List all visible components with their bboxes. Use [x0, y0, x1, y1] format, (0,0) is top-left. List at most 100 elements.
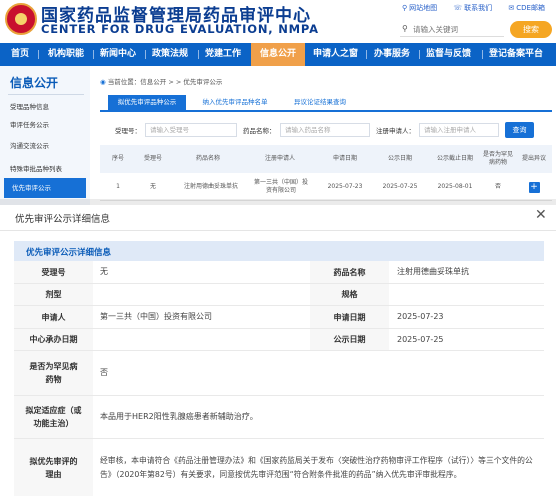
- detail-row: 是否为罕见病药物 否: [14, 351, 544, 396]
- publish-date-value: 2025-07-25: [397, 334, 444, 344]
- nav-divider: [145, 50, 146, 59]
- dosage-form-label: 剂型: [14, 284, 93, 305]
- tab-objection-results[interactable]: 异议论证结果查询: [280, 95, 360, 110]
- sidebar-item-review-tasks[interactable]: 审评任务公示: [10, 119, 49, 129]
- nav-info-public[interactable]: 信息公开: [251, 43, 305, 66]
- drug-name-label: 药品名称: [310, 261, 389, 283]
- nav-home[interactable]: 首页: [11, 43, 29, 66]
- nav-divider: [366, 50, 367, 59]
- nav-divider: [482, 50, 483, 59]
- add-objection-button[interactable]: +: [528, 181, 540, 193]
- site-subtitle: CENTER FOR DRUG EVALUATION, NMPA: [41, 22, 319, 36]
- header-search-button[interactable]: 搜索: [510, 21, 552, 38]
- applicant-label: 注册申请人：: [376, 127, 415, 135]
- nav-services[interactable]: 办事服务: [374, 43, 410, 66]
- site-header: 国家药品监督管理局药品审评中心 CENTER FOR DRUG EVALUATI…: [0, 0, 556, 42]
- detail-row: 剂型 规格: [14, 284, 544, 306]
- sidebar-item-accepted[interactable]: 受理品种信息: [10, 101, 49, 111]
- tab-bar: 拟优先审评品种公示 纳入优先审评品种名单 异议论证结果查询: [100, 95, 552, 112]
- sidebar-title: 信息公开: [10, 76, 59, 90]
- nav-divider: [419, 50, 420, 59]
- column-header: 公示截止日期: [436, 155, 473, 162]
- sidebar-item-priority-review[interactable]: 优先审评公示: [4, 178, 86, 198]
- nav-feedback[interactable]: 监督与反馈: [426, 43, 471, 66]
- apply-date-value: 2025-07-23: [397, 312, 444, 321]
- nmpa-logo-icon[interactable]: [5, 3, 37, 35]
- detail-row: 申请人 第一三共（中国）投资有限公司 申请日期 2025-07-23: [14, 306, 544, 329]
- top-links: ⚲ 网站地图 ☏ 联系我们 ✉ CDE邮箱: [402, 3, 556, 13]
- sidebar-divider: [8, 94, 84, 95]
- nav-registration[interactable]: 登记备案平台: [489, 43, 543, 66]
- nav-divider: [198, 50, 199, 59]
- main-nav: 首页 机构职能 新闻中心 政策法规 党建工作 信息公开 申请人之窗 办事服务 监…: [0, 43, 556, 66]
- indication-label: 拟定适应症（或功能主治）: [14, 396, 93, 438]
- mailbox-link[interactable]: ✉ CDE邮箱: [508, 4, 545, 12]
- detail-section-title: 优先审评公示详细信息: [26, 248, 112, 258]
- applicant-input[interactable]: 请输入注册申请人: [419, 123, 499, 137]
- detail-section-header: 优先审评公示详细信息: [14, 241, 544, 261]
- modal-divider: [0, 230, 556, 231]
- breadcrumb: ◉ 当前位置：信息公开 > > 优先审评公示: [100, 76, 222, 86]
- center-date-label: 中心承办日期: [14, 329, 93, 350]
- contact-link[interactable]: ☏ 联系我们: [453, 4, 492, 12]
- sidebar-item-special-approval[interactable]: 特殊审批品种列表: [10, 163, 62, 173]
- priority-reason-value: 经审核，本申请符合《药品注册管理办法》和《国家药监局关于发布〈突破性治疗药物审评…: [100, 455, 533, 479]
- sidebar: 信息公开 受理品种信息 审评任务公示 沟通交流公示 特殊审批品种列表 优先审评公…: [0, 66, 90, 206]
- drug-name-input[interactable]: 请输入药品名称: [280, 123, 370, 137]
- sitemap-link[interactable]: ⚲ 网站地图: [402, 4, 437, 12]
- indication-value: 本品用于HER2阳性乳腺癌患者新辅助治疗。: [100, 412, 258, 421]
- acceptance-input[interactable]: 请输入受理号: [145, 123, 237, 137]
- column-header: 公示日期: [387, 155, 412, 162]
- close-icon[interactable]: ✕: [535, 207, 547, 223]
- nav-divider: [93, 50, 94, 59]
- priority-reason-label: 拟优先审评的理由: [14, 439, 93, 496]
- header-search-input[interactable]: [413, 23, 503, 36]
- publish-date-label: 公示日期: [310, 329, 389, 350]
- tab-proposed-priority[interactable]: 拟优先审评品种公示: [108, 95, 186, 110]
- search-icon: ⚲: [402, 24, 408, 33]
- column-header: 申请日期: [332, 155, 357, 162]
- column-header: 序号: [111, 155, 124, 162]
- row-applicant: 第一三共（中国）投资有限公司: [253, 179, 308, 194]
- phone-icon: ☏: [453, 4, 463, 12]
- rare-disease-value: 否: [100, 368, 108, 377]
- drug-name-label: 药品名称：: [243, 127, 276, 135]
- detail-row: 拟优先审评的理由 经审核，本申请符合《药品注册管理办法》和《国家药监局关于发布〈…: [14, 439, 544, 496]
- row-apply-date: 2025-07-23: [327, 183, 363, 190]
- applicant-label: 申请人: [14, 306, 93, 328]
- nav-functions[interactable]: 机构职能: [48, 43, 84, 66]
- query-button[interactable]: 查询: [505, 122, 534, 138]
- column-header: 是否为罕见病药物: [483, 151, 514, 166]
- sidebar-item-communication[interactable]: 沟通交流公示: [10, 140, 49, 150]
- column-header: 受理号: [143, 155, 162, 162]
- nav-divider: [38, 50, 39, 59]
- specification-label: 规格: [310, 284, 389, 305]
- filter-bar: 受理号： 请输入受理号 药品名称： 请输入药品名称 注册申请人： 请输入注册申请…: [100, 118, 552, 142]
- nav-party[interactable]: 党建工作: [205, 43, 241, 66]
- location-icon: ⚲: [402, 4, 408, 12]
- location-pin-icon: ◉: [100, 78, 106, 86]
- detail-row: 拟定适应症（或功能主治） 本品用于HER2阳性乳腺癌患者新辅助治疗。: [14, 396, 544, 439]
- row-acceptance-no: 无: [149, 183, 156, 190]
- row-index: 1: [116, 183, 120, 190]
- row-publish-date: 2025-07-25: [382, 183, 418, 190]
- column-header: 提出异议: [521, 155, 546, 162]
- breadcrumb-text: 当前位置：信息公开 > > 优先审评公示: [107, 78, 223, 86]
- table-row[interactable]: 1 无 注射用德曲妥珠单抗 第一三共（中国）投资有限公司 2025-07-23 …: [100, 173, 552, 201]
- tab-included-list[interactable]: 纳入优先审评品种名单: [190, 95, 280, 110]
- nav-policy[interactable]: 政策法规: [152, 43, 188, 66]
- detail-modal: 优先审评公示详细信息 ✕ 优先审评公示详细信息 受理号 无 药品名称 注射用德曲…: [0, 205, 556, 496]
- row-objection-cell: +: [520, 173, 548, 201]
- row-drug-name[interactable]: 注射用德曲妥珠单抗: [178, 173, 244, 201]
- detail-row: 中心承办日期 公示日期 2025-07-25: [14, 329, 544, 351]
- header-search: ⚲: [400, 23, 504, 37]
- apply-date-label: 申请日期: [310, 306, 389, 328]
- row-rare-disease: 否: [494, 183, 501, 190]
- nav-applicant[interactable]: 申请人之窗: [313, 43, 358, 66]
- column-header: 注册申请人: [264, 155, 295, 162]
- column-header: 药品名称: [195, 155, 220, 162]
- nav-news[interactable]: 新闻中心: [100, 43, 136, 66]
- modal-title: 优先审评公示详细信息: [15, 214, 111, 225]
- applicant-value: 第一三共（中国）投资有限公司: [100, 312, 212, 321]
- mail-icon: ✉: [508, 4, 515, 12]
